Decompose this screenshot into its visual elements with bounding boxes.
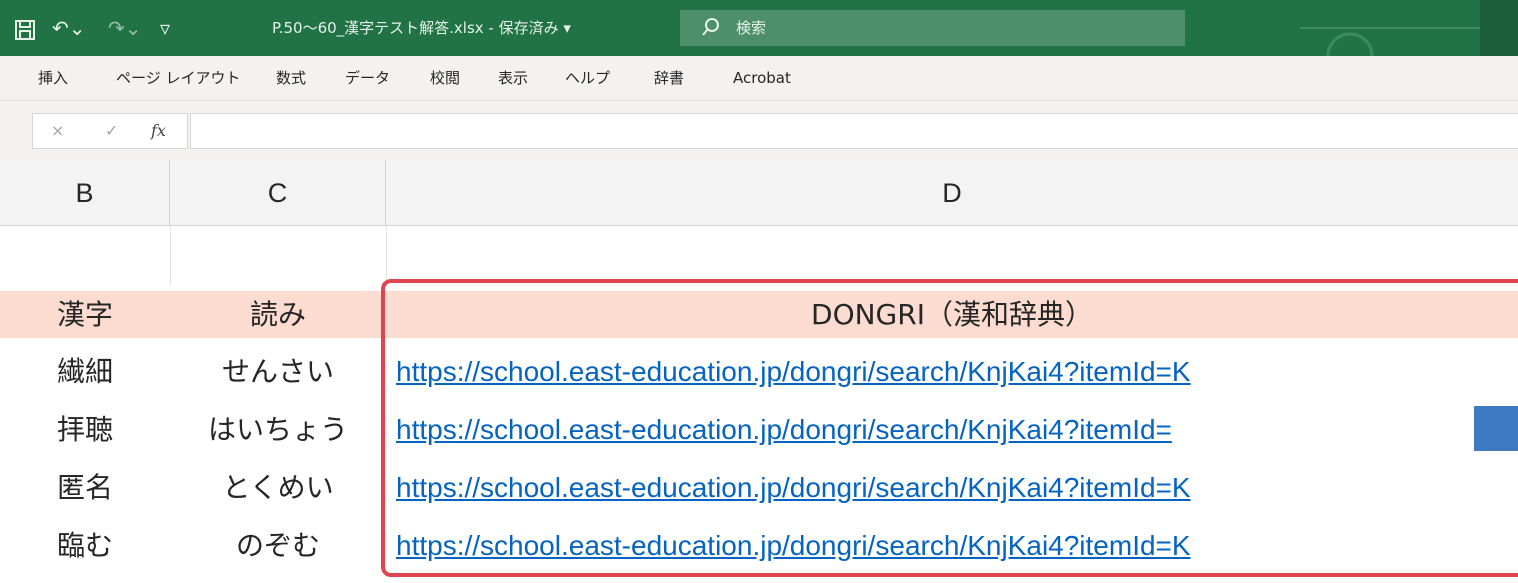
column-header: B C D [0, 160, 1518, 226]
ribbon-tabs: 挿入 ページ レイアウト 数式 データ 校閲 表示 ヘルプ 辞書 Acrobat [0, 56, 1518, 101]
tab-data[interactable]: データ [345, 56, 390, 101]
cell-kanji[interactable]: 臨む [0, 522, 170, 569]
cell-kanji[interactable]: 匿名 [0, 464, 170, 511]
formula-input[interactable] [190, 113, 1518, 149]
cell-kanji[interactable]: 繊細 [0, 348, 170, 395]
search-icon [702, 18, 719, 36]
title-decoration [1300, 0, 1518, 56]
tab-dictionary[interactable]: 辞書 [654, 56, 684, 101]
cell-yomi[interactable]: はいちょう [170, 406, 386, 453]
title-bar: ↶⌄ ↷⌄ ▿ P.50～60_漢字テスト解答.xlsx - 保存済み ▾ 検索 [0, 0, 1518, 56]
undo-icon[interactable]: ↶⌄ [52, 0, 86, 56]
gridline [170, 226, 171, 286]
highlight-box [381, 279, 1518, 577]
header-yomi[interactable]: 読み [170, 291, 386, 338]
formula-bar: × ✓ fx [0, 101, 1518, 160]
tab-page-layout[interactable]: ページ レイアウト [116, 56, 240, 101]
tab-formulas[interactable]: 数式 [276, 56, 306, 101]
customize-toolbar-icon[interactable]: ▿ [160, 0, 170, 56]
gridline [386, 226, 387, 286]
search-placeholder: 検索 [736, 19, 767, 37]
column-header-d[interactable]: D [386, 160, 1518, 226]
column-header-b[interactable]: B [0, 160, 170, 226]
tab-help[interactable]: ヘルプ [565, 56, 610, 101]
tab-view[interactable]: 表示 [498, 56, 528, 101]
redo-icon[interactable]: ↷⌄ [108, 0, 142, 56]
cell-yomi[interactable]: のぞむ [170, 522, 386, 569]
tab-insert[interactable]: 挿入 [38, 56, 68, 101]
search-box[interactable]: 検索 [680, 10, 1185, 46]
file-name[interactable]: P.50～60_漢字テスト解答.xlsx - 保存済み ▾ [272, 0, 571, 56]
insert-function-icon[interactable]: fx [151, 114, 166, 148]
autosave-icon[interactable] [14, 0, 36, 56]
cell-yomi[interactable]: とくめい [170, 464, 386, 511]
tab-acrobat[interactable]: Acrobat [733, 56, 791, 101]
cell-kanji[interactable]: 拝聴 [0, 406, 170, 453]
cell-yomi[interactable]: せんさい [170, 348, 386, 395]
enter-icon[interactable]: ✓ [105, 114, 118, 148]
cancel-icon[interactable]: × [51, 114, 64, 148]
column-header-c[interactable]: C [170, 160, 386, 226]
tab-review[interactable]: 校閲 [430, 56, 460, 101]
formula-buttons: × ✓ fx [32, 113, 188, 149]
header-kanji[interactable]: 漢字 [0, 291, 170, 338]
